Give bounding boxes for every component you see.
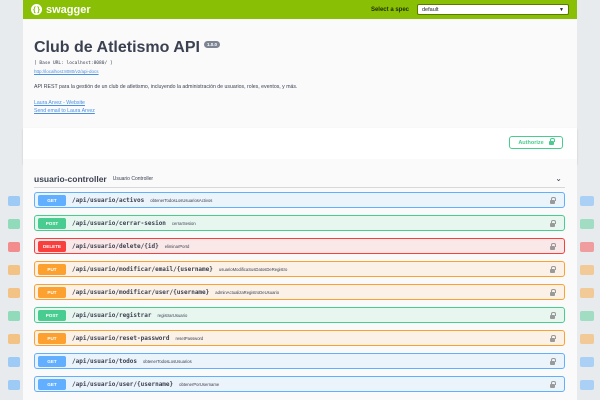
chevron-down-icon: ▼ [559,6,564,13]
contact-info: Laura Arvez - Website Send email to Laur… [34,100,566,114]
operation-row[interactable]: GET/api/usuario/todos obtenerTodosLosUsua… [34,353,565,369]
operation-row[interactable]: PUT/api/usuario/modificar/user/{username… [34,284,565,300]
operation-row[interactable]: GET/api/usuario/activos obtenerTodosLosUs… [34,192,565,208]
background-shape [580,288,594,298]
tag-header[interactable]: usuario-controller Usuario Controller ⌄ [34,170,565,188]
background-shape [8,265,20,275]
lock-icon[interactable] [550,375,556,393]
method-badge: PUT [38,286,66,298]
spec-selector: Select a spec default ▼ [371,4,569,15]
method-badge: PUT [38,332,66,344]
method-badge: POST [38,309,66,321]
api-docs-link[interactable]: http://localhost:8080/v2/api-docs [34,69,566,74]
background-shape [580,265,594,275]
api-description: API REST para la gestión de un club de a… [34,84,298,90]
api-info: Club de Atletismo API 1.0.0 [ Base URL: … [23,19,577,114]
operation-row[interactable]: GET/api/usuario/user/{username} obtenerPo… [34,376,565,392]
background-shape [580,334,594,344]
version-badge: 1.0.0 [203,41,220,48]
operation-summary: obtenerTodosLosUsuarios [143,358,192,364]
authorize-label: Authorize [518,139,544,146]
operation-row[interactable]: PUT/api/usuario/modificar/email/{usernam… [34,261,565,277]
contact-website-link[interactable]: Laura Arvez - Website [34,100,566,106]
operation-path: /api/usuario/activos [72,196,145,204]
operation-summary: obtenerPorUsername [179,381,220,387]
background-shape [580,219,594,229]
lock-icon[interactable] [550,260,556,278]
lock-icon[interactable] [550,191,556,209]
lock-icon[interactable] [550,306,556,324]
title-row: Club de Atletismo API 1.0.0 [34,39,566,57]
lock-icon [548,138,555,145]
operation-summary: eliminarPorId [164,243,190,249]
contact-email-link[interactable]: Send email to Laura Arvez [34,108,566,114]
swagger-logo[interactable]: {} swagger [31,4,91,16]
swagger-topbar: {} swagger Select a spec default ▼ [23,0,577,19]
operation-path: /api/usuario/reset-password [72,334,170,342]
operation-summary: usuarioModificaSusDatosDeRegistro [218,266,288,272]
background-shape [8,380,20,390]
lock-icon[interactable] [550,283,556,301]
swagger-logo-icon: {} [31,4,42,15]
operation-row[interactable]: POST/api/usuario/registrar registrarUsuar… [34,307,565,323]
spec-label: Select a spec [370,6,409,13]
background-shape [580,311,594,321]
operation-summary: adminActualizaRegistroDeUsuario [215,289,280,295]
chevron-down-icon[interactable]: ⌄ [555,174,562,183]
background-shape [580,242,594,252]
operation-path: /api/usuario/cerrar-sesion [72,219,166,227]
lock-icon[interactable] [550,329,556,347]
operation-path: /api/usuario/user/{username} [72,380,174,388]
lock-icon[interactable] [550,214,556,232]
method-badge: GET [38,378,66,390]
method-badge: PUT [38,263,66,275]
background-shape [8,196,20,206]
operation-path: /api/usuario/registrar [72,311,152,319]
background-shape [8,219,20,229]
background-shape [580,196,594,206]
operations-list: GET/api/usuario/activos obtenerTodosLosUs… [34,192,565,399]
lock-icon[interactable] [550,237,556,255]
background-shape [8,334,20,344]
operation-row[interactable]: PUT/api/usuario/reset-password resetPassw… [34,330,565,346]
operation-path: /api/usuario/modificar/email/{username} [72,265,213,273]
spec-select-value: default [422,6,439,13]
api-title: Club de Atletismo API [34,39,200,56]
background-shape [580,357,594,367]
operation-row[interactable]: POST/api/usuario/cerrar-sesion cerrarSesi… [34,215,565,231]
method-badge: GET [38,194,66,206]
operation-path: /api/usuario/modificar/user/{username} [72,288,210,296]
swagger-logo-text: swagger [46,3,91,16]
background-shape [580,380,594,390]
tag-section: usuario-controller Usuario Controller ⌄ … [23,159,577,400]
background-shape [8,288,20,298]
method-badge: DELETE [38,240,66,252]
background-shape [8,357,20,367]
background-shape [8,242,20,252]
operation-summary: resetPassword [175,335,204,341]
method-badge: GET [38,355,66,367]
operation-path: /api/usuario/todos [72,357,138,365]
tag-name: usuario-controller [34,173,107,184]
lock-icon[interactable] [550,352,556,370]
method-badge: POST [38,217,66,229]
operation-row[interactable]: DELETE/api/usuario/delete/{id} eliminarPo… [34,238,565,254]
background-shape [8,311,20,321]
tag-description: Usuario Controller [112,175,154,182]
spec-select[interactable]: default ▼ [417,4,569,15]
swagger-ui-container: Club de Atletismo API 1.0.0 [ Base URL: … [23,19,577,400]
base-url: [ Base URL: localhost:8080/ ] [34,61,113,66]
authorize-button[interactable]: Authorize [509,136,563,149]
operation-summary: registrarUsuario [157,312,188,318]
operation-summary: cerrarSesion [171,220,196,226]
operation-summary: obtenerTodosLosUsuariosActivos [150,197,213,203]
operation-path: /api/usuario/delete/{id} [72,242,159,250]
